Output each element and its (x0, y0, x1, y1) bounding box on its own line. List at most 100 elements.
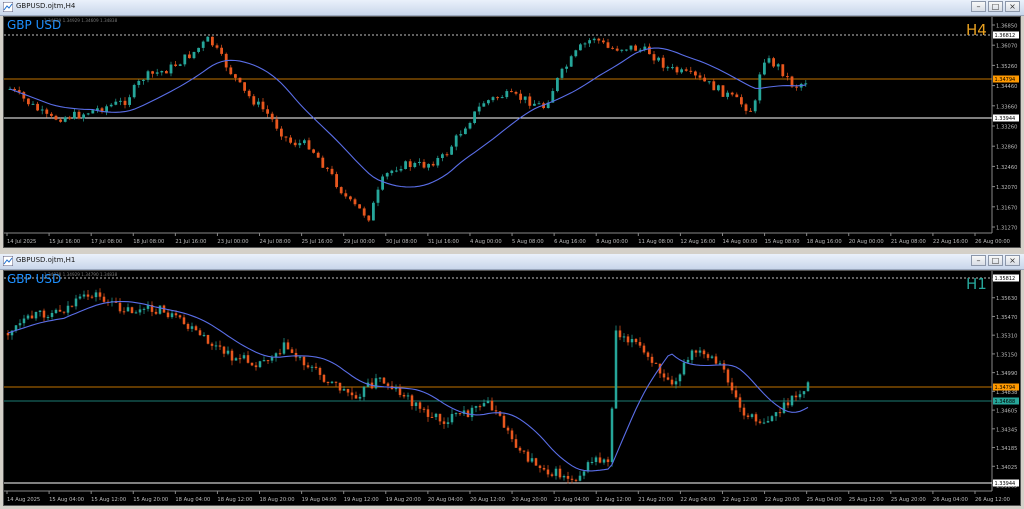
time-tick-label: 21 Aug 20:00 (638, 497, 673, 503)
bear-candle (50, 113, 53, 116)
bull-candle (282, 342, 286, 354)
bull-candle (74, 298, 78, 307)
time-tick-label: 14 Aug 00:00 (722, 239, 757, 245)
bear-candle (293, 142, 297, 146)
bull-candle (441, 154, 444, 159)
bear-candle (615, 48, 619, 51)
bull-candle (762, 422, 766, 424)
bull-candle (450, 146, 453, 155)
bull-candle (763, 62, 766, 75)
bull-candle (766, 421, 770, 423)
bull-candle (574, 50, 578, 57)
h4-window-titlebar[interactable]: GBPUSD.ojtm,H4 – □ × (0, 0, 1024, 16)
time-tick-label: 5 Aug 08:00 (512, 239, 544, 245)
h1-window-titlebar[interactable]: GBPUSD.ojtm,H1 – □ × (0, 254, 1024, 270)
bull-candle (610, 408, 614, 463)
bear-candle (426, 409, 430, 417)
time-tick-label: 18 Aug 12:00 (217, 497, 252, 503)
bear-candle (445, 154, 449, 156)
bear-candle (238, 77, 242, 83)
price-tick-label: 1.34460 (996, 84, 1017, 90)
bear-candle (722, 363, 726, 370)
h1-window-title: GBPUSD.ojtm,H1 (16, 256, 76, 264)
bear-candle (410, 395, 414, 406)
price-tick-label: 1.34605 (996, 409, 1017, 415)
bull-candle (183, 54, 187, 65)
close-button[interactable]: × (1005, 255, 1020, 266)
h4-price-chart[interactable]: 1.36850 1.36070 1.35260 1.34460 1.33660 1.332… (4, 17, 1020, 247)
bull-candle (718, 363, 722, 365)
price-tick-label: 1.32460 (996, 165, 1017, 171)
time-tick-label: 22 Aug 20:00 (765, 497, 800, 503)
teal-price-line-tag-label: 1.34688 (995, 399, 1016, 405)
bull-candle (726, 92, 729, 97)
bear-candle (518, 447, 522, 451)
bear-candle (211, 36, 214, 46)
bear-candle (648, 46, 651, 55)
bear-candle (522, 450, 526, 452)
time-tick-label: 25 Aug 04:00 (807, 497, 842, 503)
bear-candle (326, 167, 329, 169)
bull-candle (474, 406, 478, 408)
bull-candle (374, 378, 378, 389)
bear-candle (744, 104, 748, 111)
maximize-button[interactable]: □ (988, 1, 1003, 12)
bull-candle (406, 395, 410, 397)
time-tick-label: 14 Aug 2025 (7, 497, 40, 503)
time-tick-label: 6 Aug 16:00 (554, 239, 586, 245)
bear-candle (694, 71, 697, 76)
bull-candle (155, 72, 159, 74)
bear-candle (442, 421, 446, 424)
time-tick-label: 20 Aug 04:00 (428, 497, 463, 503)
price-tick-label: 1.33660 (996, 104, 1017, 110)
bull-candle (602, 459, 606, 463)
h1-price-chart[interactable]: 1.35812 1.35630 1.35470 1.35310 1.35150 1.349… (4, 271, 1020, 505)
bear-candle (746, 415, 750, 417)
bear-candle (316, 152, 320, 158)
bull-candle (776, 64, 780, 67)
bull-candle (40, 109, 44, 111)
time-tick-label: 15 Aug 08:00 (765, 239, 800, 245)
bull-candle (753, 100, 757, 112)
h1-chart-area[interactable]: 1.35812 1.35630 1.35470 1.35310 1.35150 1.349… (3, 270, 1021, 506)
price-tick-label: 1.35470 (996, 315, 1017, 321)
h4-chart-area[interactable]: 1.36850 1.36070 1.35260 1.34460 1.33660 1.332… (3, 16, 1021, 248)
bull-candle (710, 356, 714, 358)
bear-candle (634, 338, 638, 343)
bull-candle (94, 292, 98, 298)
time-tick-label: 25 Aug 20:00 (891, 497, 926, 503)
bear-candle (215, 45, 219, 48)
price-tick-label: 1.31270 (996, 226, 1017, 232)
bear-candle (307, 140, 311, 150)
bear-candle (550, 474, 554, 476)
bear-candle (712, 81, 716, 91)
bull-candle (707, 81, 711, 83)
maximize-button[interactable]: □ (988, 255, 1003, 266)
price-tick-label: 1.34345 (996, 427, 1017, 433)
time-tick-label: 15 Jul 16:00 (49, 239, 80, 245)
minimize-button[interactable]: – (971, 1, 986, 12)
bear-candle (510, 430, 514, 440)
time-tick-label: 8 Aug 00:00 (596, 239, 628, 245)
bull-candle (486, 400, 490, 404)
bull-candle (530, 458, 534, 462)
bear-candle (286, 342, 290, 350)
time-tick-label: 26 Aug 00:00 (975, 239, 1010, 245)
bear-candle (270, 113, 274, 120)
bear-candle (438, 413, 442, 422)
bull-candle (590, 461, 594, 463)
bear-candle (502, 415, 506, 428)
bull-candle (137, 80, 141, 85)
bear-candle (218, 345, 222, 347)
close-button[interactable]: × (1005, 1, 1020, 12)
bull-candle (477, 106, 481, 112)
bull-candle (454, 135, 458, 147)
bear-candle (402, 394, 406, 397)
time-tick-label: 15 Aug 20:00 (133, 497, 168, 503)
minimize-button[interactable]: – (971, 255, 986, 266)
bear-candle (510, 91, 513, 93)
bull-candle (594, 457, 598, 462)
bear-candle (598, 457, 602, 463)
bear-candle (735, 94, 739, 98)
bear-candle (210, 343, 214, 346)
